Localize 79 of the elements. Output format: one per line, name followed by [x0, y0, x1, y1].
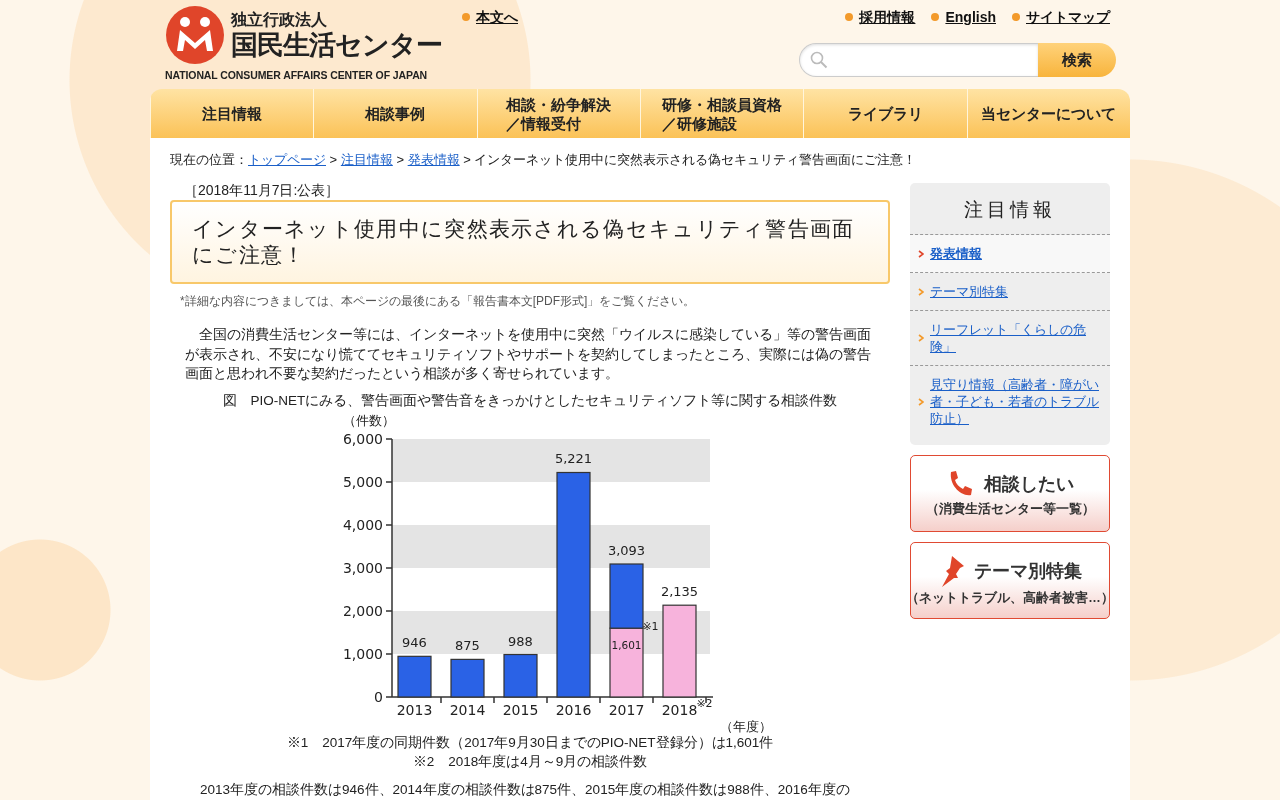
y-tick-label: 6,000 [342, 430, 383, 447]
value-label: 946 [402, 634, 427, 650]
bar [609, 562, 644, 629]
x-tick-label: 2018 [661, 701, 698, 718]
y-tick-label: 3,000 [342, 559, 383, 576]
y-tick-label: 5,000 [342, 473, 383, 490]
y-tick-label: 2,000 [342, 602, 383, 619]
skip-link[interactable]: 本文へ [476, 9, 518, 25]
x-tick-label: 2013 [396, 701, 433, 718]
detail-note: *詳細な内容につきましては、本ページの最後にある「報告書本文[PDF形式]」をご覧ください。 [180, 294, 697, 308]
value-label: 875 [455, 637, 480, 653]
breadcrumb-link[interactable]: 発表情報 [407, 152, 460, 167]
x-tick-label: 2016 [555, 701, 592, 718]
bullet-icon [931, 13, 940, 21]
value-label: 2,135 [660, 583, 699, 599]
footnote: ※1 2017年度の同期件数（2017年9月30日までのPIO-NET登録分）は1,601件 [285, 733, 775, 752]
x-axis-label: （年度） [720, 718, 772, 733]
organization-type: 独立行政法人 [231, 10, 328, 30]
nav-tab[interactable]: 相談事例 [313, 89, 477, 138]
x-tick-label: 2014 [449, 701, 486, 718]
breadcrumb-separator: > [462, 152, 472, 167]
figure-caption: 図 PIO-NETにみる、警告画面や警告音をきっかけとしたセキュリティソフト等に関する相談件数 [221, 391, 839, 410]
chevron-icon [918, 334, 924, 342]
nav-tab[interactable]: 注目情報 [150, 89, 314, 138]
y-tick-label: 4,000 [342, 516, 383, 533]
header-link[interactable]: English [945, 9, 996, 25]
sidebar-item[interactable]: テーマ別特集 [910, 273, 1110, 311]
header-link[interactable]: 採用情報 [859, 9, 916, 25]
x-tick-label: 2017 [608, 701, 645, 718]
breadcrumb-link[interactable]: トップページ [248, 152, 326, 167]
bar [397, 655, 432, 698]
sidebar-link[interactable]: 発表情報 [930, 245, 982, 262]
article-title: インターネット使用中に突然表示される偽セキュリティ警告画面にご注意！ [170, 200, 890, 284]
bar [450, 658, 485, 698]
sidebar-link[interactable]: テーマ別特集 [930, 283, 1008, 300]
bullet-icon [845, 13, 854, 21]
value-label: 3,093 [607, 542, 646, 558]
logo-icon [165, 5, 225, 65]
x-tick-label: 2015 [502, 701, 539, 718]
nav-tab[interactable]: 相談・紛争解決 ／情報受付 [476, 89, 640, 138]
banner-link[interactable]: テーマ別特集 （ネットトラブル、高齢者被害…） [910, 542, 1110, 619]
nav-tab[interactable]: ライブラリ [803, 89, 967, 138]
breadcrumb-separator: > [395, 152, 406, 167]
sidebar-item[interactable]: 発表情報 [910, 235, 1110, 273]
bullet-icon [462, 13, 470, 21]
breadcrumb-current: インターネット使用中に突然表示される偽セキュリティ警告画面にご注意！ [474, 152, 917, 167]
site-name-english: NATIONAL CONSUMER AFFAIRS CENTER OF JAPAN [165, 69, 429, 81]
sidebar-link[interactable]: 見守り情報（高齢者・障がい者・子ども・若者のトラブル防止） [930, 376, 1102, 427]
value-label: 988 [508, 633, 533, 648]
sidebar-link[interactable]: リーフレット「くらしの危険」 [930, 321, 1102, 355]
chevron-icon [918, 397, 924, 406]
bar [609, 627, 644, 698]
search-button[interactable]: 検索 [1038, 43, 1116, 77]
sidebar-item[interactable]: リーフレット「くらしの危険」 [910, 311, 1110, 366]
y-tick-label: 0 [374, 688, 383, 705]
chart-annotation: 1,601 [611, 638, 642, 651]
site-name: 国民生活センター [231, 30, 442, 60]
publish-date: ［2018年11月7日:公表］ [184, 181, 341, 199]
bar [503, 653, 538, 698]
bullet-icon [1012, 13, 1020, 21]
header-link[interactable]: サイトマップ [1026, 9, 1110, 25]
breadcrumb-link[interactable]: 注目情報 [340, 152, 393, 167]
search-icon [810, 51, 828, 69]
chevron-icon [918, 249, 924, 258]
sidebar-item[interactable]: 見守り情報（高齢者・障がい者・子ども・若者のトラブル防止） [910, 366, 1110, 437]
y-tick-label: 1,000 [342, 645, 383, 662]
value-label: 5,221 [554, 451, 593, 466]
nav-tab[interactable]: 当センターについて [966, 89, 1130, 138]
breadcrumb-label: 現在の位置： [170, 152, 248, 167]
summary-text: 2013年度の相談件数は946件、2014年度の相談件数は875件、2015年度の相談件数は988件、2016年度の [200, 780, 851, 799]
chart-annotation: ※2 [696, 696, 713, 710]
nav-tab[interactable]: 研修・相談員資格 ／研修施設 [640, 89, 804, 138]
body-paragraph: 全国の消費生活センター等には、インターネットを使用中に突然「ウイルスに感染している」等の警告画面が表示され、不安になり慌ててセキュリティソフトやサポートを契約してしまったところ、実際には偽の警告画面と思われ不要な契約だったという相談が多く寄せられています。 [185, 325, 872, 383]
chevron-icon [918, 287, 924, 296]
footnote: ※2 2018年度は4月～9月の相談件数 [411, 752, 649, 771]
search-field[interactable] [799, 43, 1038, 77]
breadcrumb-separator: > [328, 152, 339, 167]
y-axis-label: （件数） [343, 412, 395, 428]
banner-link[interactable]: 相談したい （消費生活センター等一覧） [910, 455, 1110, 532]
